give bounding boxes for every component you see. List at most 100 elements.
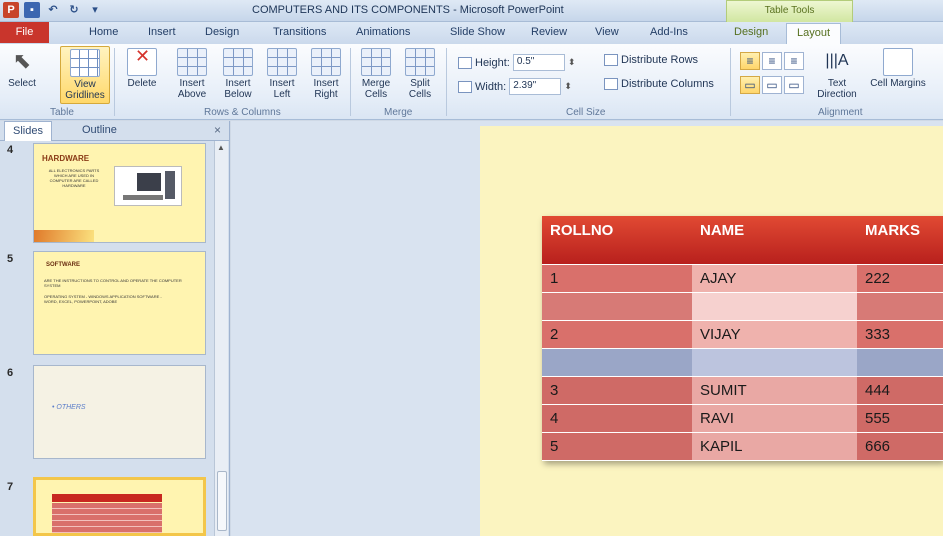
delete-label: Delete [127, 78, 157, 89]
align-center-button[interactable]: ≡ [762, 52, 782, 70]
cell-name[interactable] [692, 348, 857, 377]
slide-canvas[interactable]: ROLLNO NAME MARKS 1 AJAY 222 2 VIJAY 333 [480, 126, 943, 536]
select-button[interactable]: ⬉ Select [4, 48, 40, 89]
thumb-body: ALL ELECTRONICS PARTS WHICH ARE USED IN … [48, 168, 100, 188]
height-spinner-icon[interactable]: ⬍ [568, 57, 576, 68]
tab-home[interactable]: Home [89, 26, 118, 38]
cell-rollno[interactable]: 1 [542, 264, 692, 293]
merge-cells-button[interactable]: Merge Cells [356, 48, 396, 100]
customize-toolbar-icon[interactable]: ▾ [87, 2, 103, 18]
row-height-icon [458, 56, 472, 69]
align-left-button[interactable]: ≡ [740, 52, 760, 70]
insert-below-icon [223, 48, 253, 76]
distribute-rows-button[interactable]: Distribute Rows [604, 54, 698, 66]
slides-scrollbar[interactable]: ▲ [214, 141, 228, 536]
cell-rollno[interactable]: 5 [542, 432, 692, 461]
slide-thumbnail-6[interactable]: • OTHERS [33, 365, 206, 459]
header-marks[interactable]: MARKS [857, 216, 943, 265]
tab-transitions[interactable]: Transitions [273, 26, 326, 38]
powerpoint-app-icon[interactable]: P [3, 2, 19, 18]
tab-review[interactable]: Review [531, 26, 567, 38]
slide-thumbnail-5[interactable]: SOFTWARE ARE THE INSTRUCTIONS TO CONTROL… [33, 251, 206, 355]
tab-file[interactable]: File [0, 22, 49, 43]
header-rollno[interactable]: ROLLNO [542, 216, 692, 265]
cell-name[interactable]: VIJAY [692, 320, 857, 349]
quick-access-toolbar: P ▪ ↶ ↻ ▾ [3, 2, 103, 18]
cell-name[interactable]: KAPIL [692, 432, 857, 461]
save-icon[interactable]: ▪ [24, 2, 40, 18]
window-title: COMPUTERS AND ITS COMPONENTS - Microsoft… [252, 4, 564, 16]
tab-slide-show[interactable]: Slide Show [450, 26, 505, 38]
align-right-button[interactable]: ≡ [784, 52, 804, 70]
slide-number: 7 [7, 481, 14, 493]
insert-left-button[interactable]: Insert Left [262, 48, 302, 100]
delete-button[interactable]: Delete [120, 48, 164, 89]
distribute-columns-button[interactable]: Distribute Columns [604, 78, 714, 90]
width-spinner-icon[interactable]: ⬍ [564, 81, 572, 92]
cell-rollno[interactable]: 2 [542, 320, 692, 349]
slide-number: 5 [7, 253, 14, 265]
width-label: Width: [475, 80, 507, 93]
cell-rollno[interactable]: 3 [542, 376, 692, 405]
width-input[interactable]: 2.39" [509, 78, 562, 95]
cursor-icon: ⬉ [12, 48, 32, 73]
tab-view[interactable]: View [595, 26, 619, 38]
insert-right-button[interactable]: Insert Right [306, 48, 346, 100]
cell-name[interactable]: RAVI [692, 404, 857, 433]
cell-rollno[interactable]: 4 [542, 404, 692, 433]
tab-outline[interactable]: Outline [82, 124, 117, 136]
cell-rollno[interactable] [542, 348, 692, 377]
column-width-icon [458, 80, 472, 93]
group-separator [350, 48, 351, 116]
table-row-selected [542, 348, 943, 377]
width-field-group: Width: 2.39" ⬍ [458, 78, 572, 95]
cell-rollno[interactable] [542, 292, 692, 321]
distribute-rows-label: Distribute Rows [621, 54, 699, 66]
slide-thumbnail-7[interactable] [33, 477, 206, 536]
view-gridlines-button[interactable]: View Gridlines [60, 46, 110, 104]
insert-below-button[interactable]: Insert Below [218, 48, 258, 100]
table-row: 1 AJAY 222 [542, 264, 943, 293]
header-name[interactable]: NAME [692, 216, 857, 265]
tab-table-layout[interactable]: Layout [786, 23, 842, 44]
cell-marks[interactable]: 333 [857, 320, 943, 349]
cell-marks[interactable] [857, 292, 943, 321]
height-input[interactable]: 0.5" [512, 54, 565, 71]
text-direction-button[interactable]: |||A Text Direction [810, 48, 864, 100]
tab-slides[interactable]: Slides [4, 121, 52, 141]
redo-icon[interactable]: ↻ [66, 2, 82, 18]
tab-insert[interactable]: Insert [148, 26, 176, 38]
cell-marks[interactable]: 666 [857, 432, 943, 461]
tab-animations[interactable]: Animations [356, 26, 410, 38]
undo-icon[interactable]: ↶ [45, 2, 61, 18]
tab-add-ins[interactable]: Add-Ins [650, 26, 688, 38]
scroll-up-icon[interactable]: ▲ [217, 143, 225, 152]
text-direction-icon: |||A [825, 52, 849, 69]
cell-marks[interactable]: 555 [857, 404, 943, 433]
cell-name[interactable]: AJAY [692, 264, 857, 293]
tab-table-design[interactable]: Design [734, 26, 768, 38]
cell-name[interactable]: SUMIT [692, 376, 857, 405]
align-top-button[interactable]: ▭ [740, 76, 760, 94]
align-middle-button[interactable]: ▭ [762, 76, 782, 94]
scrollbar-thumb[interactable] [217, 471, 227, 531]
ribbon-tabs: File Home Insert Design Transitions Anim… [0, 22, 943, 44]
insert-above-label: Insert Above [177, 78, 207, 100]
split-cells-button[interactable]: Split Cells [400, 48, 440, 100]
tab-design[interactable]: Design [205, 26, 239, 38]
table-row: 2 VIJAY 333 [542, 320, 943, 349]
marks-table[interactable]: ROLLNO NAME MARKS 1 AJAY 222 2 VIJAY 333 [542, 216, 943, 461]
slide-thumbnail-4[interactable]: HARDWARE ALL ELECTRONICS PARTS WHICH ARE… [33, 143, 206, 243]
select-label: Select [8, 78, 36, 89]
insert-left-label: Insert Left [269, 78, 295, 100]
cell-marks[interactable]: 444 [857, 376, 943, 405]
insert-above-button[interactable]: Insert Above [172, 48, 212, 100]
cell-margins-button[interactable]: Cell Margins [868, 48, 928, 89]
cell-margins-label: Cell Margins [870, 78, 926, 89]
cell-name[interactable] [692, 292, 857, 321]
cell-marks[interactable]: 222 [857, 264, 943, 293]
align-bottom-button[interactable]: ▭ [784, 76, 804, 94]
close-pane-icon[interactable]: × [214, 123, 221, 137]
cell-marks[interactable] [857, 348, 943, 377]
thumb-table-header [52, 494, 162, 502]
